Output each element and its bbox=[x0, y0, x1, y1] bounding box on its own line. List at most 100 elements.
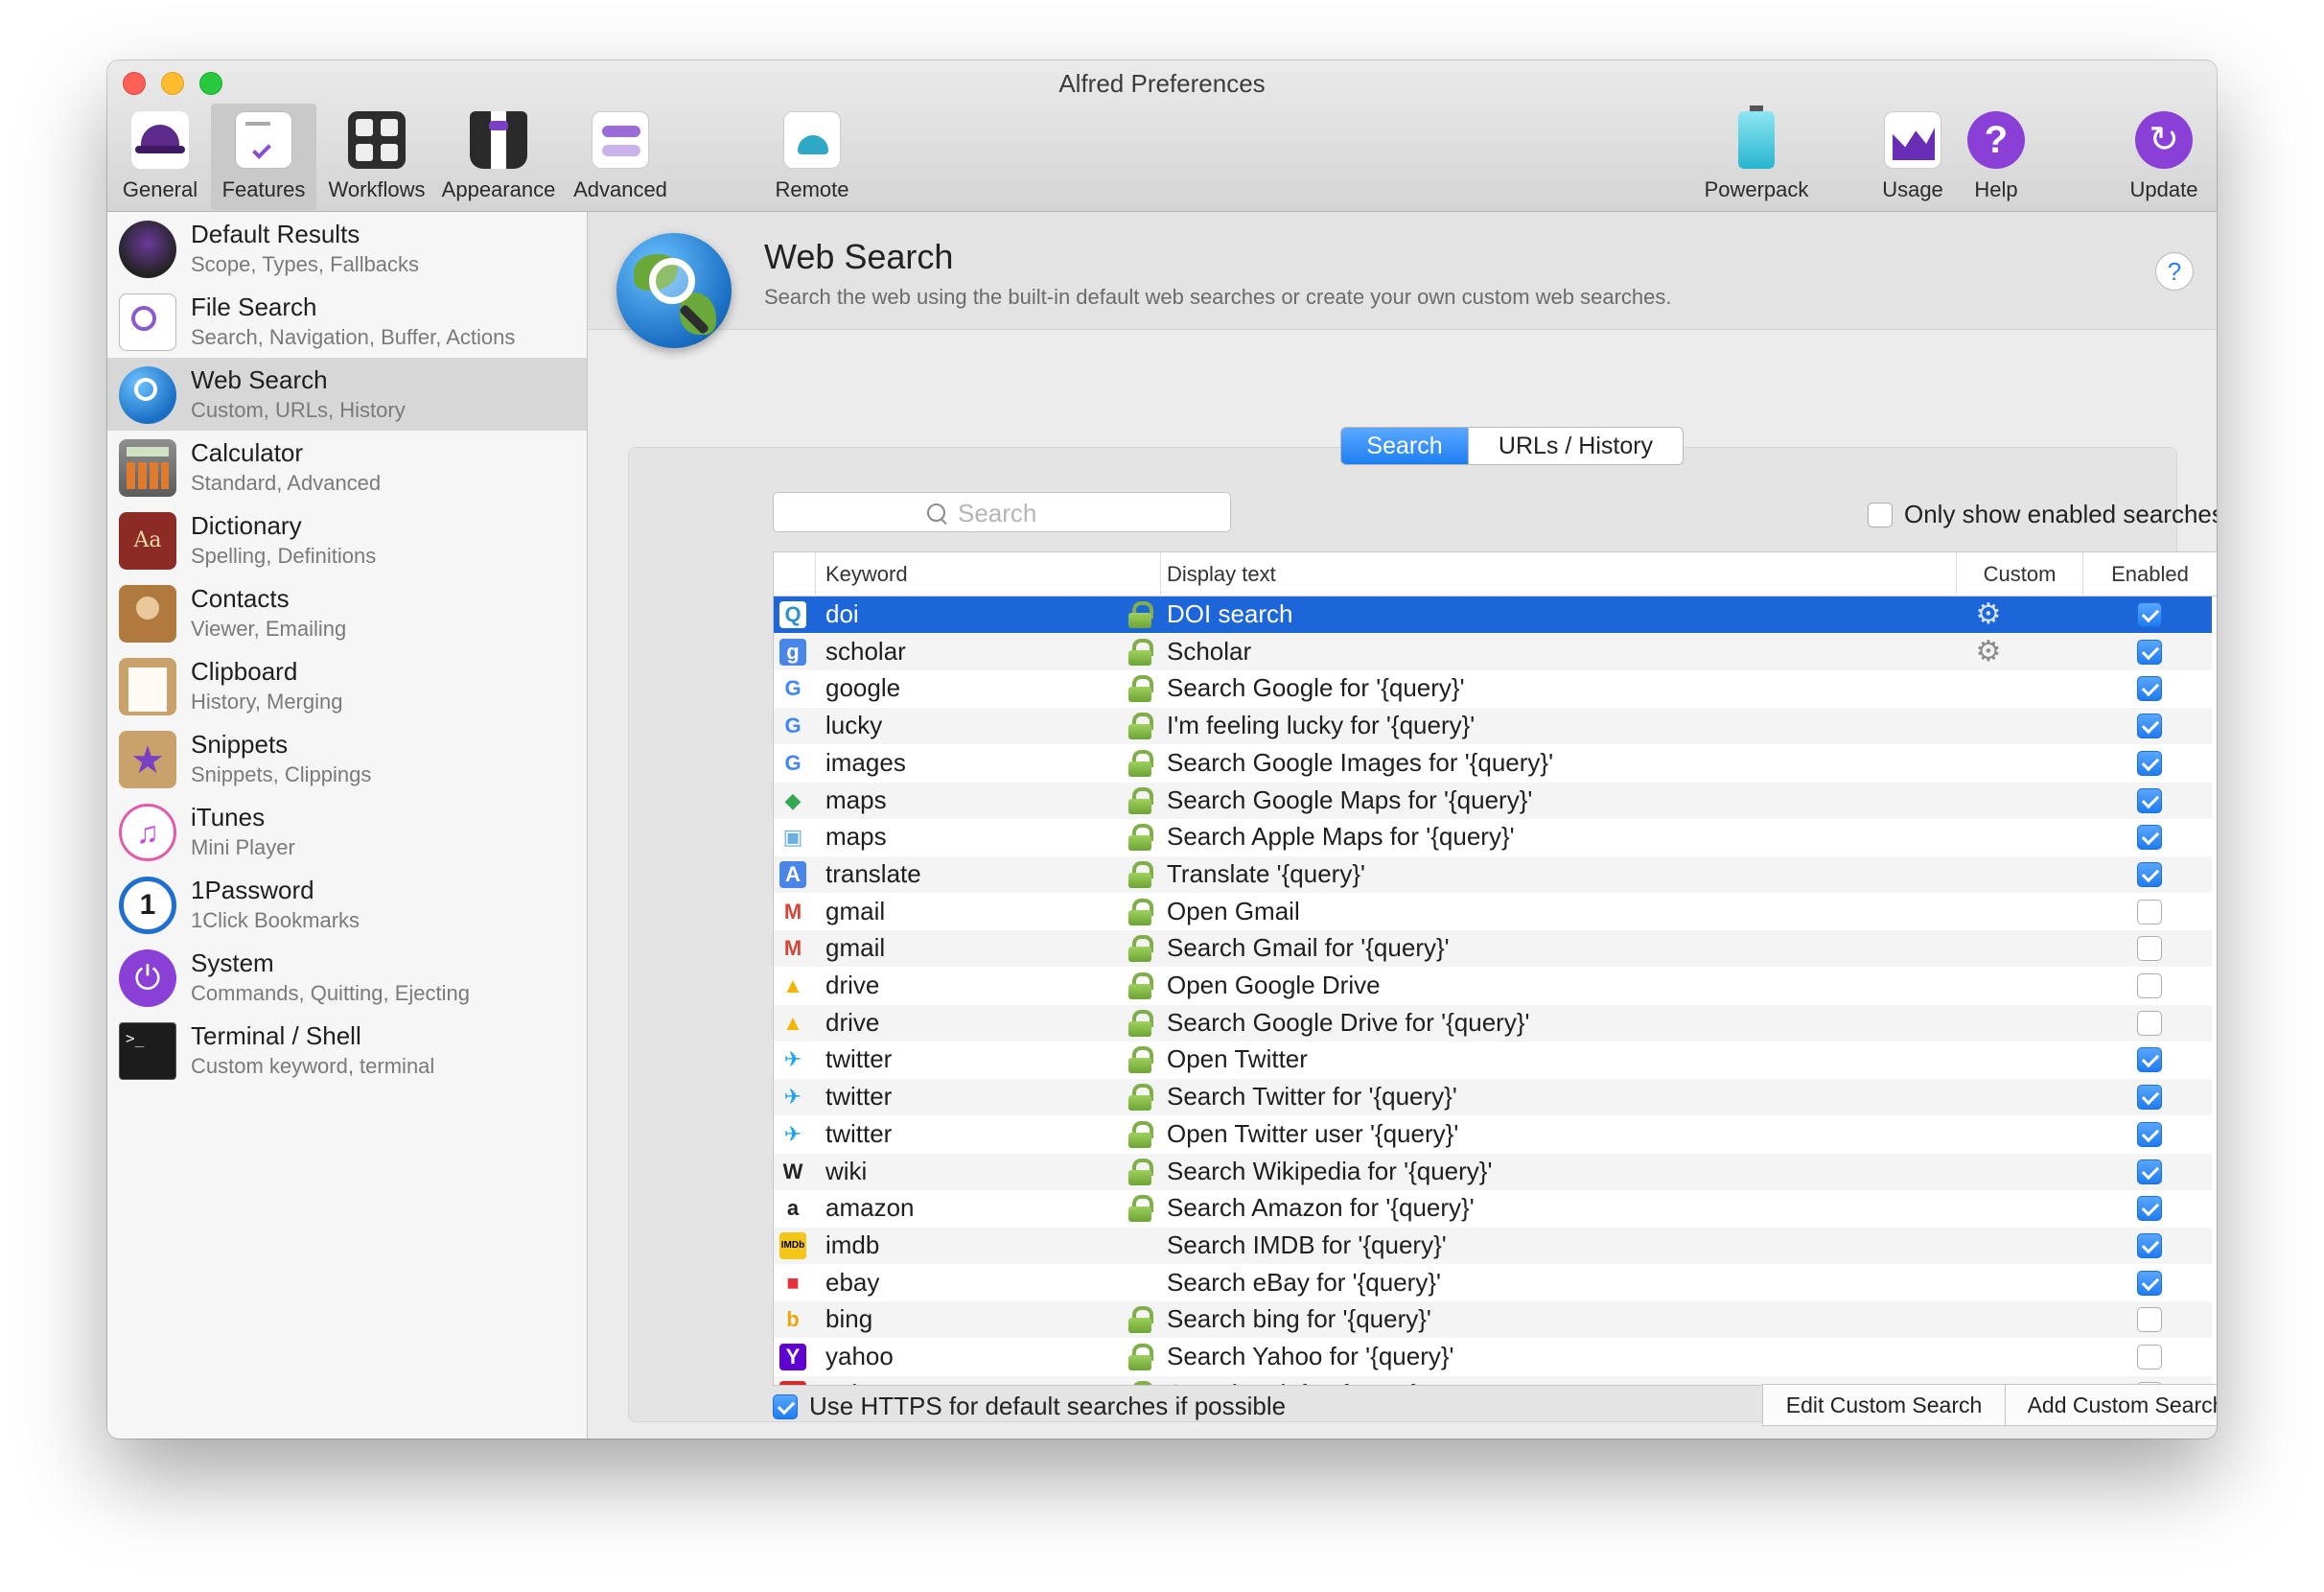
toolbar-update[interactable]: ↻ Update bbox=[2121, 104, 2207, 210]
keyword-cell: imdb bbox=[825, 1229, 880, 1259]
sidebar-item-system[interactable]: ⏻ System Commands, Quitting, Ejecting bbox=[107, 941, 587, 1014]
table-row[interactable]: IMDb imdb Search IMDB for '{query}' bbox=[774, 1227, 2212, 1264]
toolbar-general[interactable]: General bbox=[117, 104, 203, 210]
sidebar-item-terminal[interactable]: >_ Terminal / Shell Custom keyword, term… bbox=[107, 1014, 587, 1087]
enabled-checkbox[interactable] bbox=[2137, 787, 2162, 813]
tab-search[interactable]: Search bbox=[1341, 428, 1468, 464]
table-row[interactable]: ▲ drive Search Google Drive for '{query}' bbox=[774, 1004, 2212, 1042]
display-text-cell: Search Google Maps for '{query}' bbox=[1167, 784, 1533, 814]
enabled-checkbox[interactable] bbox=[2137, 1307, 2162, 1333]
search-input[interactable] bbox=[958, 499, 1150, 528]
search-icon bbox=[927, 503, 948, 525]
table-row[interactable]: Glucky I'm feeling lucky for '{query}' bbox=[774, 708, 2212, 745]
sidebar-item-default-results[interactable]: Default Results Scope, Types, Fallbacks bbox=[107, 212, 587, 285]
enabled-checkbox[interactable] bbox=[2137, 861, 2162, 887]
table-row[interactable]: ▣ maps Search Apple Maps for '{query}' bbox=[774, 819, 2212, 855]
table-row[interactable]: ■ ebay Search eBay for '{query}' bbox=[774, 1265, 2212, 1301]
enabled-checkbox[interactable] bbox=[2137, 1345, 2162, 1370]
table-row[interactable]: ◆ maps Search Google Maps for '{query}' bbox=[774, 782, 2212, 819]
table-row[interactable]: Mgmail Open Gmail bbox=[774, 894, 2212, 930]
edit-custom-search-button[interactable]: Edit Custom Search bbox=[1762, 1384, 2006, 1426]
keyword-cell: maps bbox=[825, 784, 887, 814]
custom-column-header[interactable]: Custom bbox=[1957, 552, 2083, 597]
sidebar-item-1password[interactable]: 1 1Password 1Click Bookmarks bbox=[107, 868, 587, 941]
toolbar-workflows[interactable]: Workflows bbox=[320, 104, 433, 210]
gear-icon[interactable]: ⚙ bbox=[1974, 637, 2003, 667]
table-row[interactable]: Atranslate Translate '{query}' bbox=[774, 855, 2212, 893]
keyword-cell: translate bbox=[825, 858, 921, 888]
display-text-cell: Search bing for '{query}' bbox=[1167, 1304, 1431, 1334]
https-checkbox[interactable] bbox=[773, 1393, 798, 1419]
enabled-checkbox[interactable] bbox=[2137, 1047, 2162, 1073]
enabled-checkbox[interactable] bbox=[2137, 1159, 2162, 1184]
table-row[interactable]: a amazon Search Amazon for '{query}' bbox=[774, 1190, 2212, 1227]
enabled-checkbox[interactable] bbox=[2137, 1196, 2162, 1222]
table-row[interactable]: Gimages Search Google Images for '{query}… bbox=[774, 745, 2212, 782]
enabled-checkbox[interactable] bbox=[2137, 899, 2162, 925]
sidebar-item-file-search[interactable]: File Search Search, Navigation, Buffer, … bbox=[107, 285, 587, 358]
help-button[interactable]: ? bbox=[2155, 252, 2194, 291]
table-row[interactable]: Wwiki Search Wikipedia for '{query}' bbox=[774, 1153, 2212, 1190]
enabled-checkbox[interactable] bbox=[2137, 750, 2162, 776]
display-text-cell: Search Gmail for '{query}' bbox=[1167, 933, 1450, 963]
add-custom-search-button[interactable]: Add Custom Search bbox=[2005, 1384, 2217, 1426]
toolbar-features[interactable]: Features bbox=[211, 104, 316, 210]
display-column-header[interactable]: Display text bbox=[1161, 552, 1957, 597]
sidebar-item-calculator[interactable]: Calculator Standard, Advanced bbox=[107, 431, 587, 503]
table-row[interactable]: g scholar Scholar ⚙ bbox=[774, 633, 2212, 670]
sidebar-item-itunes[interactable]: ♫ iTunes Mini Player bbox=[107, 795, 587, 868]
toolbar-help[interactable]: ? Help bbox=[1958, 104, 2034, 210]
toolbar-remote[interactable]: Remote bbox=[759, 104, 865, 210]
sidebar-item-snippets[interactable]: ★ Snippets Snippets, Clippings bbox=[107, 722, 587, 795]
enabled-checkbox[interactable] bbox=[2137, 1270, 2162, 1296]
terminal-icon: >_ bbox=[119, 1022, 176, 1080]
lock-icon bbox=[1127, 1195, 1153, 1223]
only-enabled-checkbox[interactable] bbox=[1868, 502, 1893, 527]
enabled-checkbox[interactable] bbox=[2137, 639, 2162, 665]
hat-icon bbox=[131, 111, 189, 169]
toolbar-usage[interactable]: Usage bbox=[1870, 104, 1956, 210]
keyword-cell: bing bbox=[825, 1304, 873, 1334]
table-row[interactable]: Qdoi DOI search ⚙ bbox=[774, 597, 2212, 633]
enabled-checkbox[interactable] bbox=[2137, 1232, 2162, 1258]
enabled-checkbox[interactable] bbox=[2137, 1121, 2162, 1147]
enabled-checkbox[interactable] bbox=[2137, 676, 2162, 702]
gear-icon[interactable]: ⚙ bbox=[1974, 600, 2003, 630]
enabled-checkbox[interactable] bbox=[2137, 1010, 2162, 1036]
table-row[interactable]: Ggoogle Search Google for '{query}' bbox=[774, 670, 2212, 707]
enabled-column-header[interactable]: Enabled bbox=[2083, 552, 2217, 597]
table-row[interactable]: b bing Search bing for '{query}' bbox=[774, 1301, 2212, 1339]
enabled-checkbox[interactable] bbox=[2137, 714, 2162, 739]
sidebar-item-clipboard[interactable]: Clipboard History, Merging bbox=[107, 649, 587, 722]
table-row[interactable]: Mgmail Search Gmail for '{query}' bbox=[774, 930, 2212, 968]
keyword-cell: twitter bbox=[825, 1044, 893, 1074]
table-row[interactable]: ✈ twitter Search Twitter for '{query}' bbox=[774, 1079, 2212, 1116]
toolbar-advanced[interactable]: Advanced bbox=[564, 104, 677, 210]
keyword-cell: maps bbox=[825, 822, 887, 852]
search-field[interactable] bbox=[773, 492, 1231, 532]
sidebar-item-dictionary[interactable]: Aa Dictionary Spelling, Definitions bbox=[107, 503, 587, 576]
toolbar-appearance[interactable]: Appearance bbox=[437, 104, 560, 210]
sidebar-item-web-search[interactable]: Web Search Custom, URLs, History bbox=[107, 358, 587, 431]
sidebar-item-contacts[interactable]: Contacts Viewer, Emailing bbox=[107, 576, 587, 649]
table-row[interactable]: ▲ drive Open Google Drive bbox=[774, 968, 2212, 1004]
gmail-icon: M bbox=[783, 936, 802, 961]
table-row[interactable]: ✈ twitter Open Twitter user '{query}' bbox=[774, 1116, 2212, 1153]
enabled-checkbox[interactable] bbox=[2137, 1085, 2162, 1111]
enabled-checkbox[interactable] bbox=[2137, 825, 2162, 851]
enabled-checkbox[interactable] bbox=[2137, 936, 2162, 962]
preferences-window: Alfred Preferences General Features Work… bbox=[107, 60, 2217, 1439]
keyword-column-header[interactable]: Keyword bbox=[816, 552, 1161, 597]
display-text-cell: Search Google for '{query}' bbox=[1167, 673, 1465, 703]
bing-icon: b bbox=[786, 1307, 800, 1332]
enabled-checkbox[interactable] bbox=[2137, 973, 2162, 998]
enabled-checkbox[interactable] bbox=[2137, 602, 2162, 627]
toolbar-powerpack[interactable]: Powerpack bbox=[1689, 104, 1824, 210]
https-toggle[interactable]: Use HTTPS for default searches if possib… bbox=[773, 1392, 1286, 1421]
lock-icon bbox=[1127, 824, 1153, 852]
globe-search-icon bbox=[616, 233, 732, 348]
table-row[interactable]: Yyahoo Search Yahoo for '{query}' bbox=[774, 1339, 2212, 1375]
table-row[interactable]: ✈ twitter Open Twitter bbox=[774, 1042, 2212, 1078]
tab-urls-history[interactable]: URLs / History bbox=[1468, 428, 1683, 464]
only-enabled-toggle[interactable]: Only show enabled searches bbox=[1868, 500, 2217, 529]
